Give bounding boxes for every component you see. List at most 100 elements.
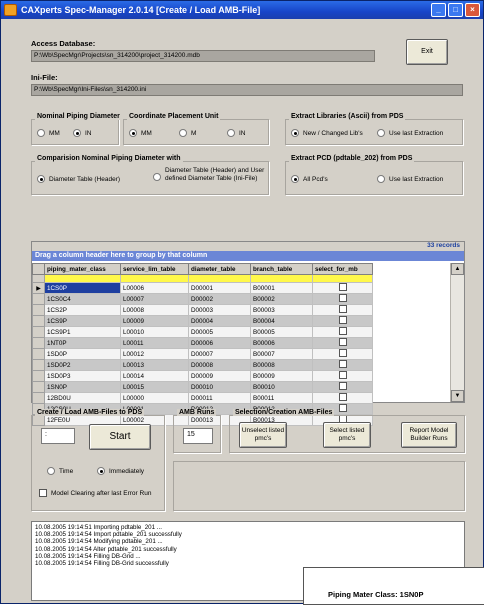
table-row[interactable]: 1CS0C4 L00007 D00002 B00002 bbox=[32, 293, 373, 305]
table-cell[interactable]: B00002 bbox=[250, 293, 313, 305]
select-checkbox[interactable] bbox=[338, 382, 347, 390]
table-cell[interactable]: L00013 bbox=[120, 359, 189, 371]
table-cell[interactable]: 1CS0C4 bbox=[44, 293, 121, 305]
select-for-mb-cell[interactable] bbox=[312, 304, 373, 316]
table-cell[interactable]: B00007 bbox=[250, 348, 313, 360]
table-cell[interactable]: 1SD0P2 bbox=[44, 359, 121, 371]
table-cell[interactable]: D00009 bbox=[188, 370, 251, 382]
title-bar[interactable]: CAXperts Spec-Manager 2.0.14 [Create / L… bbox=[1, 1, 483, 19]
select-checkbox[interactable] bbox=[338, 294, 347, 302]
select-for-mb-cell[interactable] bbox=[312, 326, 373, 338]
select-for-mb-cell[interactable] bbox=[312, 282, 373, 294]
libs-new-radio[interactable]: New / Changed Lib's bbox=[291, 129, 363, 137]
table-cell[interactable]: 1CS0P bbox=[44, 282, 121, 294]
select-for-mb-cell[interactable] bbox=[312, 337, 373, 349]
table-cell[interactable]: B00010 bbox=[250, 381, 313, 393]
table-cell[interactable]: D00008 bbox=[188, 359, 251, 371]
filter-row[interactable] bbox=[32, 274, 373, 283]
select-checkbox[interactable] bbox=[338, 316, 347, 324]
table-row[interactable]: 1SN0P L00015 D00010 B00010 bbox=[32, 381, 373, 393]
table-cell[interactable]: 1SD0P bbox=[44, 348, 121, 360]
comparison-user-radio[interactable]: Diameter Table (Header) and User defined… bbox=[153, 167, 265, 183]
table-cell[interactable]: B00009 bbox=[250, 370, 313, 382]
table-cell[interactable]: D00002 bbox=[188, 293, 251, 305]
unselect-pmcs-button[interactable]: Unselect listed pmc's bbox=[239, 422, 287, 448]
coord-mm-radio[interactable]: MM bbox=[129, 129, 152, 137]
col-header-select-for-mb[interactable]: select_for_mb bbox=[312, 263, 373, 275]
table-cell[interactable]: L00014 bbox=[120, 370, 189, 382]
table-cell[interactable]: 12BD0U bbox=[44, 392, 121, 404]
table-cell[interactable]: D00003 bbox=[188, 304, 251, 316]
select-checkbox[interactable] bbox=[338, 349, 347, 357]
table-cell[interactable]: 1SD0P3 bbox=[44, 370, 121, 382]
access-db-field[interactable]: P:\Wb\SpecMgr\Projects\sn_314200\project… bbox=[31, 50, 375, 62]
filter-cell[interactable] bbox=[44, 274, 121, 283]
col-header-service-lim-table[interactable]: service_lim_table bbox=[120, 263, 189, 275]
scroll-up-button[interactable]: ▲ bbox=[451, 263, 464, 275]
table-cell[interactable]: B00005 bbox=[250, 326, 313, 338]
group-by-bar[interactable]: Drag a column header here to group by th… bbox=[32, 251, 464, 261]
table-row[interactable]: 1CS2P L00008 D00003 B00003 bbox=[32, 304, 373, 316]
coord-m-radio[interactable]: M bbox=[179, 129, 196, 137]
table-cell[interactable]: D00007 bbox=[188, 348, 251, 360]
table-cell[interactable]: L00006 bbox=[120, 282, 189, 294]
select-checkbox[interactable] bbox=[338, 371, 347, 379]
select-for-mb-cell[interactable] bbox=[312, 381, 373, 393]
table-cell[interactable]: D00005 bbox=[188, 326, 251, 338]
select-checkbox[interactable] bbox=[338, 283, 347, 291]
col-header-piping-mater-class[interactable]: piping_mater_class bbox=[44, 263, 121, 275]
time-radio[interactable]: Time bbox=[47, 467, 73, 475]
immediately-radio[interactable]: Immediately bbox=[97, 467, 144, 475]
scroll-down-button[interactable]: ▼ bbox=[451, 390, 464, 402]
select-for-mb-cell[interactable] bbox=[312, 293, 373, 305]
table-cell[interactable]: L00015 bbox=[120, 381, 189, 393]
table-cell[interactable]: D00006 bbox=[188, 337, 251, 349]
select-for-mb-cell[interactable] bbox=[312, 348, 373, 360]
maximize-button[interactable]: □ bbox=[448, 3, 463, 17]
table-cell[interactable]: L00010 bbox=[120, 326, 189, 338]
table-cell[interactable]: B00003 bbox=[250, 304, 313, 316]
table-row[interactable]: 1SD0P L00012 D00007 B00007 bbox=[32, 348, 373, 360]
table-cell[interactable]: B00004 bbox=[250, 315, 313, 327]
filter-cell[interactable] bbox=[250, 274, 313, 283]
table-cell[interactable]: L00000 bbox=[120, 392, 189, 404]
table-row[interactable]: ▶ 1CS0P L00006 D00001 B00001 bbox=[32, 282, 373, 294]
table-cell[interactable]: 1CS2P bbox=[44, 304, 121, 316]
exit-button[interactable]: Exit bbox=[406, 39, 448, 65]
table-cell[interactable]: L00012 bbox=[120, 348, 189, 360]
table-row[interactable]: 1NT0P L00011 D00006 B00006 bbox=[32, 337, 373, 349]
table-row[interactable]: 12BD0U L00000 D00011 B00011 bbox=[32, 392, 373, 404]
model-clearing-checkbox[interactable]: Model Clearing after last Error Run bbox=[39, 489, 151, 497]
table-row[interactable]: 1SD0P2 L00013 D00008 B00008 bbox=[32, 359, 373, 371]
table-cell[interactable]: 1SN0P bbox=[44, 381, 121, 393]
select-for-mb-cell[interactable] bbox=[312, 370, 373, 382]
select-pmcs-button[interactable]: Select listed pmc's bbox=[323, 422, 371, 448]
table-cell[interactable]: L00009 bbox=[120, 315, 189, 327]
col-header-branch-table[interactable]: branch_table bbox=[250, 263, 313, 275]
table-cell[interactable]: D00010 bbox=[188, 381, 251, 393]
table-cell[interactable]: B00011 bbox=[250, 392, 313, 404]
table-cell[interactable]: B00001 bbox=[250, 282, 313, 294]
select-checkbox[interactable] bbox=[338, 305, 347, 313]
table-cell[interactable]: L00011 bbox=[120, 337, 189, 349]
table-cell[interactable]: 1CS9P1 bbox=[44, 326, 121, 338]
pcd-last-radio[interactable]: Use last Extraction bbox=[377, 175, 443, 183]
amb-runs-input[interactable]: 15 bbox=[183, 428, 213, 444]
table-cell[interactable]: 1NT0P bbox=[44, 337, 121, 349]
filter-cell[interactable] bbox=[188, 274, 251, 283]
select-for-mb-cell[interactable] bbox=[312, 392, 373, 404]
select-checkbox[interactable] bbox=[338, 327, 347, 335]
table-row[interactable]: 1CS9P L00009 D00004 B00004 bbox=[32, 315, 373, 327]
table-cell[interactable]: D00001 bbox=[188, 282, 251, 294]
filter-cell[interactable] bbox=[312, 274, 373, 283]
nominal-mm-radio[interactable]: MM bbox=[37, 129, 60, 137]
col-header-diameter-table[interactable]: diameter_table bbox=[188, 263, 251, 275]
select-for-mb-cell[interactable] bbox=[312, 315, 373, 327]
minimize-button[interactable]: _ bbox=[431, 3, 446, 17]
data-grid[interactable]: 33 records Drag a column header here to … bbox=[31, 241, 465, 426]
table-cell[interactable]: D00011 bbox=[188, 392, 251, 404]
table-cell[interactable]: L00008 bbox=[120, 304, 189, 316]
table-cell[interactable]: L00007 bbox=[120, 293, 189, 305]
select-checkbox[interactable] bbox=[338, 393, 347, 401]
select-checkbox[interactable] bbox=[338, 404, 347, 412]
